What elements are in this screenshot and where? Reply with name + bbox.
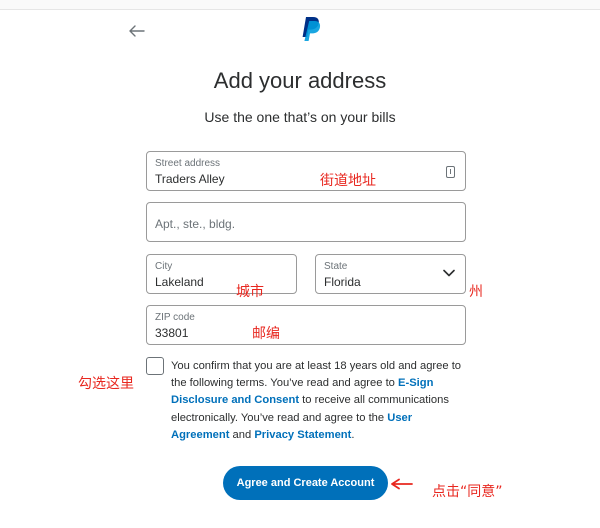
city-label: City (155, 261, 173, 272)
city-value[interactable]: Lakeland (155, 275, 204, 289)
back-button[interactable] (126, 20, 148, 42)
annotation-zip: 邮编 (252, 326, 280, 342)
zip-code-value[interactable]: 33801 (155, 326, 188, 340)
annotation-city: 城市 (236, 284, 264, 300)
browser-top-edge (0, 0, 600, 10)
zip-code-label: ZIP code (155, 312, 195, 323)
annotation-state: 州 (469, 284, 483, 300)
state-value[interactable]: Florida (324, 275, 361, 289)
street-address-value[interactable]: Traders Alley (155, 172, 225, 186)
chevron-down-icon[interactable] (443, 269, 455, 277)
state-label: State (324, 261, 348, 272)
page-title: Add your address (213, 68, 387, 93)
street-address-label: Street address (155, 158, 221, 169)
annotation-checkbox: 勾选这里 (78, 376, 134, 392)
zip-code-field[interactable]: ZIP code 33801 (146, 305, 466, 345)
red-arrow-annotation (391, 478, 413, 490)
street-address-field[interactable]: Street address Traders Alley (146, 151, 466, 191)
terms-text-part3: and (229, 428, 255, 441)
terms-text: You confirm that you are at least 18 yea… (171, 358, 471, 444)
terms-text-part4: . (351, 428, 355, 441)
autofill-card-icon[interactable] (446, 166, 455, 178)
privacy-statement-link[interactable]: Privacy Statement (254, 429, 351, 441)
city-field[interactable]: City Lakeland (146, 254, 297, 294)
annotation-agree: 点击“同意” (432, 484, 503, 500)
apt-placeholder: Apt., ste., bldg. (155, 217, 236, 231)
state-select[interactable]: State Florida (315, 254, 466, 294)
annotation-street: 街道地址 (320, 173, 376, 189)
terms-checkbox[interactable] (146, 357, 164, 375)
apt-field[interactable]: Apt., ste., bldg. (146, 202, 466, 242)
paypal-logo (302, 17, 321, 41)
page-subtitle: Use the one that’s on your bills (204, 109, 396, 125)
arrow-left-icon (129, 25, 145, 37)
agree-and-create-account-button[interactable]: Agree and Create Account (223, 466, 388, 500)
